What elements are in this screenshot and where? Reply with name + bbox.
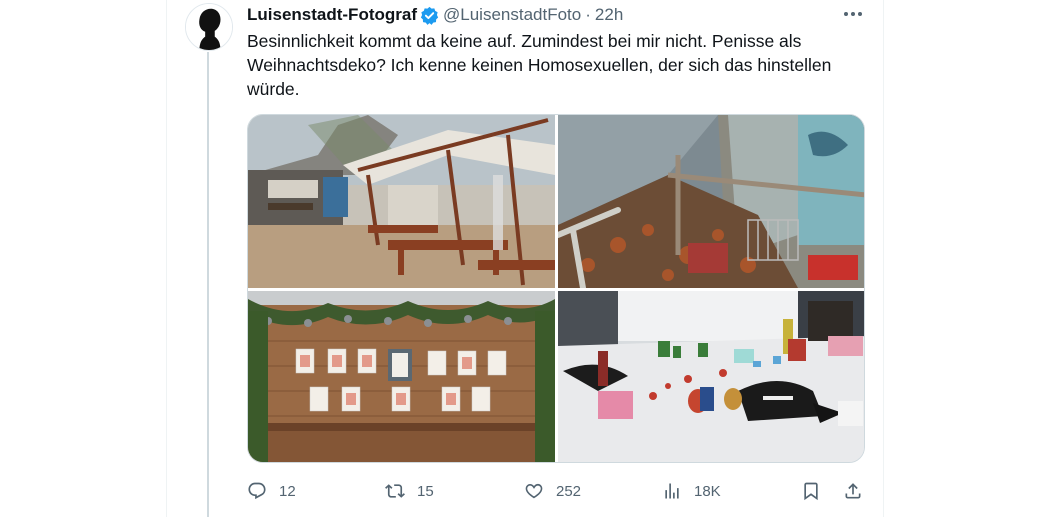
tweet-action-bar: 12 15 252 18K — [247, 477, 867, 505]
tweet-timestamp[interactable]: 22h — [595, 5, 623, 25]
verified-badge-icon[interactable] — [420, 6, 439, 25]
retweet-count: 15 — [417, 482, 434, 500]
avatar[interactable] — [185, 3, 233, 51]
views-count: 18K — [694, 482, 721, 500]
more-options-icon[interactable] — [842, 4, 864, 24]
author-handle[interactable]: @LuisenstadtFoto — [443, 5, 581, 25]
media-grid — [247, 114, 865, 463]
tweet-header: Luisenstadt-Fotograf @LuisenstadtFoto · … — [247, 5, 623, 25]
analytics-icon — [665, 483, 679, 499]
retweet-button[interactable]: 15 — [385, 477, 434, 505]
retweet-icon — [385, 484, 405, 498]
share-button[interactable] — [843, 477, 863, 505]
media-photo-2[interactable] — [558, 115, 864, 288]
bookmark-icon — [804, 482, 818, 501]
heart-icon — [525, 483, 543, 499]
tweet-text: Besinnlichkeit kommt da keine auf. Zumin… — [247, 31, 832, 99]
like-button[interactable]: 252 — [524, 477, 581, 505]
like-count: 252 — [556, 482, 582, 500]
bookmark-button[interactable] — [801, 477, 821, 505]
reply-count: 12 — [279, 482, 296, 500]
avatar-silhouette-icon — [186, 4, 232, 50]
thread-line — [207, 52, 209, 517]
display-name[interactable]: Luisenstadt-Fotograf — [247, 5, 417, 25]
reply-icon — [248, 482, 266, 500]
media-photo-1[interactable] — [248, 115, 555, 288]
media-photo-3[interactable] — [248, 291, 555, 462]
views-button[interactable]: 18K — [662, 477, 721, 505]
media-photo-4[interactable] — [558, 291, 864, 462]
header-separator: · — [585, 5, 591, 24]
share-icon — [845, 483, 861, 499]
reply-button[interactable]: 12 — [247, 477, 296, 505]
